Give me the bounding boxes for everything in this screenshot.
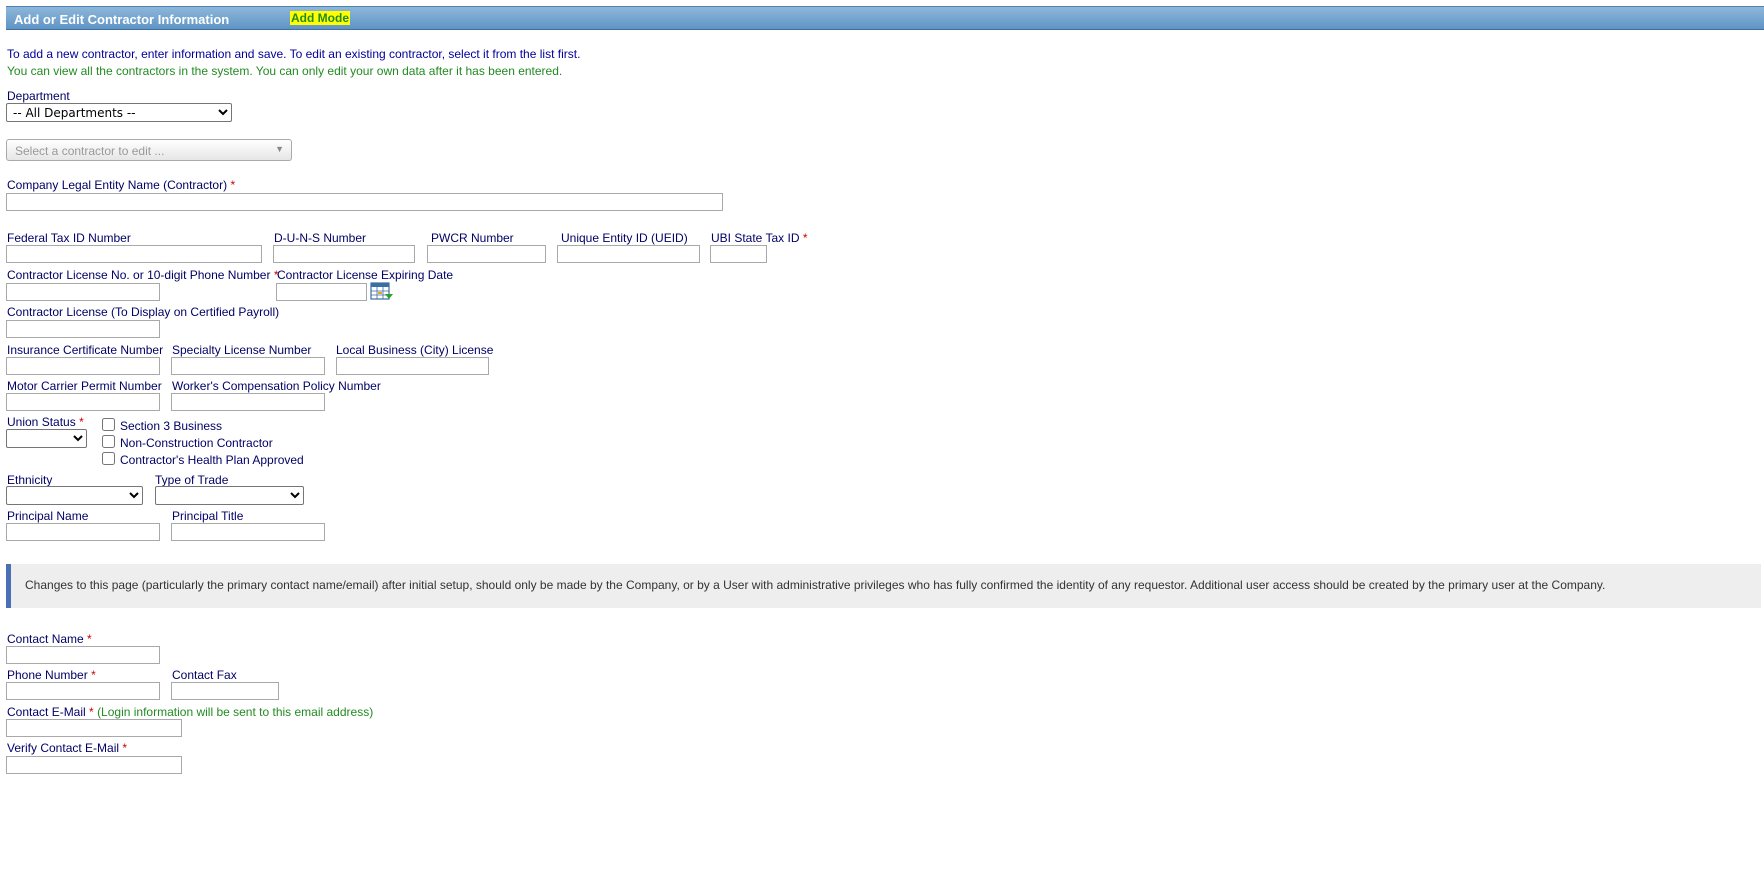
department-select[interactable]: -- All Departments -- [6, 103, 232, 122]
page-header: Add or Edit Contractor Information Add M… [6, 6, 1764, 30]
specialty-license-label: Specialty License Number [172, 343, 312, 357]
specialty-license-input[interactable] [171, 357, 325, 375]
verify-email-input[interactable] [6, 756, 182, 774]
required-marker: * [79, 415, 84, 429]
ethnicity-select[interactable] [6, 486, 143, 505]
workers-comp-input[interactable] [171, 393, 325, 411]
contact-email-input[interactable] [6, 719, 182, 737]
license-no-input[interactable] [6, 283, 160, 301]
ueid-input[interactable] [557, 245, 700, 263]
contact-fax-input[interactable] [171, 682, 279, 700]
intro-text-view-only: You can view all the contractors in the … [7, 64, 563, 78]
section3-business-checkbox[interactable] [102, 418, 115, 431]
contractor-picker-placeholder: Select a contractor to edit ... [15, 144, 165, 158]
duns-input[interactable] [273, 245, 415, 263]
contact-email-label: Contact E-Mail * (Login information will… [7, 705, 373, 719]
pwcr-label: PWCR Number [431, 231, 514, 245]
contact-fax-label: Contact Fax [172, 668, 237, 682]
license-display-input[interactable] [6, 320, 160, 338]
mode-badge: Add Mode [290, 11, 350, 25]
union-status-select[interactable] [6, 429, 87, 448]
insurance-cert-input[interactable] [6, 357, 160, 375]
union-status-label: Union Status * [7, 415, 84, 429]
principal-name-label: Principal Name [7, 509, 89, 523]
principal-title-input[interactable] [171, 523, 325, 541]
admin-notice: Changes to this page (particularly the p… [6, 564, 1761, 608]
ueid-label: Unique Entity ID (UEID) [561, 231, 688, 245]
motor-carrier-label: Motor Carrier Permit Number [7, 379, 162, 393]
workers-comp-label: Worker's Compensation Policy Number [172, 379, 381, 393]
verify-email-label-text: Verify Contact E-Mail [7, 741, 120, 755]
motor-carrier-input[interactable] [6, 393, 160, 411]
health-plan-label: Contractor's Health Plan Approved [120, 453, 304, 467]
federal-tax-id-input[interactable] [6, 245, 262, 263]
required-marker: * [89, 705, 94, 719]
company-name-label: Company Legal Entity Name (Contractor) * [7, 178, 235, 192]
local-business-input[interactable] [336, 357, 489, 375]
phone-number-input[interactable] [6, 682, 160, 700]
principal-name-input[interactable] [6, 523, 160, 541]
calendar-icon[interactable] [370, 281, 394, 301]
section3-business-label: Section 3 Business [120, 419, 223, 433]
type-of-trade-label: Type of Trade [155, 473, 229, 487]
license-no-label-text: Contractor License No. or 10-digit Phone… [7, 268, 271, 282]
admin-notice-text: Changes to this page (particularly the p… [25, 578, 1606, 592]
license-expiry-input[interactable] [276, 283, 367, 301]
phone-number-label-text: Phone Number [7, 668, 88, 682]
local-business-label: Local Business (City) License [336, 343, 494, 357]
intro-text-add-edit: To add a new contractor, enter informati… [7, 47, 581, 61]
federal-tax-id-label: Federal Tax ID Number [7, 231, 131, 245]
verify-email-label: Verify Contact E-Mail * [7, 741, 127, 755]
required-marker: * [91, 668, 96, 682]
union-status-label-text: Union Status [7, 415, 76, 429]
ubi-label: UBI State Tax ID * [711, 231, 808, 245]
required-marker: * [122, 741, 128, 755]
ubi-label-text: UBI State Tax ID [711, 231, 800, 245]
non-construction-label: Non-Construction Contractor [120, 436, 273, 450]
department-label: Department [7, 89, 70, 103]
insurance-cert-label: Insurance Certificate Number [7, 343, 164, 357]
contractor-picker[interactable]: Select a contractor to edit ... ▼ [6, 139, 292, 161]
contact-email-label-text: Contact E-Mail [7, 705, 86, 719]
license-expiry-label: Contractor License Expiring Date [277, 268, 454, 282]
license-display-label: Contractor License (To Display on Certif… [7, 305, 280, 319]
contact-name-label-text: Contact Name [7, 632, 84, 646]
ubi-input[interactable] [710, 245, 767, 263]
required-marker: * [802, 231, 808, 245]
non-construction-checkbox[interactable] [102, 435, 115, 448]
principal-title-label: Principal Title [172, 509, 244, 523]
required-marker: * [230, 178, 236, 192]
chevron-down-icon: ▼ [275, 144, 284, 154]
contact-email-note: (Login information will be sent to this … [97, 705, 374, 719]
ethnicity-label: Ethnicity [7, 473, 53, 487]
health-plan-checkbox[interactable] [102, 452, 115, 465]
contact-name-label: Contact Name * [7, 632, 92, 646]
type-of-trade-select[interactable] [155, 486, 304, 505]
contact-name-input[interactable] [6, 646, 160, 664]
company-name-input[interactable] [6, 193, 723, 211]
duns-label: D-U-N-S Number [274, 231, 367, 245]
required-marker: * [87, 632, 92, 646]
page-title: Add or Edit Contractor Information [14, 12, 230, 27]
phone-number-label: Phone Number * [7, 668, 96, 682]
company-name-label-text: Company Legal Entity Name (Contractor) [7, 178, 228, 192]
pwcr-input[interactable] [427, 245, 546, 263]
license-no-label: Contractor License No. or 10-digit Phone… [7, 268, 278, 282]
